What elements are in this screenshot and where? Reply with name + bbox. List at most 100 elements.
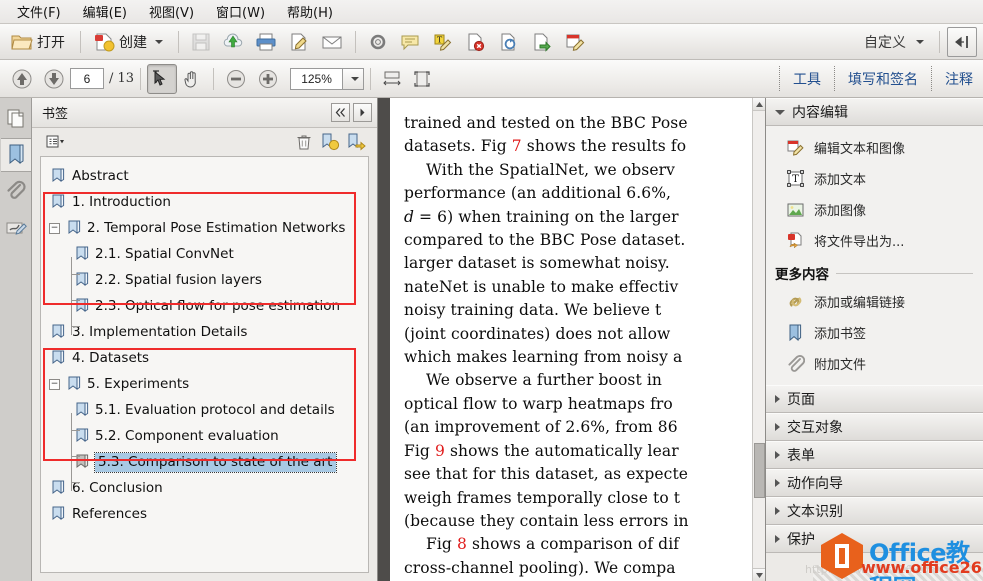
- tool-add-edit-link[interactable]: 添加或编辑链接: [766, 286, 983, 317]
- bookmark-item-component-evaluation[interactable]: 5.2. Component evaluation: [41, 423, 368, 449]
- bookmark-item-abstract[interactable]: Abstract: [41, 163, 368, 189]
- expand-sidebar-button[interactable]: [353, 103, 372, 122]
- customize-button[interactable]: 自定义: [856, 29, 932, 55]
- bookmark-item-optical-flow[interactable]: 2.3. Optical flow for pose estimation: [41, 293, 368, 319]
- section-header-interactive-objects[interactable]: 交互对象: [766, 413, 983, 441]
- tool-add-image[interactable]: 添加图像: [766, 194, 983, 225]
- chevron-right-icon: [360, 108, 365, 117]
- bookmark-item-spatial-convnet[interactable]: 2.1. Spatial ConvNet: [41, 241, 368, 267]
- bookmark-item-datasets[interactable]: 4. Datasets: [41, 345, 368, 371]
- upload-button[interactable]: [217, 27, 249, 57]
- bookmarks-tree[interactable]: Abstract 1. Introduction − 2. Temporal P…: [40, 156, 369, 573]
- tab-fill-sign[interactable]: 填写和签名: [835, 60, 931, 97]
- bookmark-item-evaluation-protocol[interactable]: 5.1. Evaluation protocol and details: [41, 397, 368, 423]
- tool-label: 编辑文本和图像: [814, 142, 906, 157]
- menu-help[interactable]: 帮助(H): [276, 0, 344, 23]
- menu-view[interactable]: 视图(V): [138, 0, 205, 23]
- fit-page-button[interactable]: [407, 64, 437, 94]
- menu-window[interactable]: 窗口(W): [205, 0, 276, 23]
- bookmark-item-implementation[interactable]: 3. Implementation Details: [41, 319, 368, 345]
- tool-add-bookmark[interactable]: 添加书签: [766, 317, 983, 348]
- hand-tool-button[interactable]: [177, 64, 207, 94]
- figure-reference[interactable]: 7: [512, 137, 522, 155]
- print-button[interactable]: [250, 27, 282, 57]
- new-bookmark-button[interactable]: [317, 130, 343, 154]
- section-header-action-wizard[interactable]: 动作向导: [766, 469, 983, 497]
- save-button[interactable]: [186, 27, 216, 57]
- goto-bookmark-icon: [348, 133, 366, 151]
- annotate-button[interactable]: [559, 27, 591, 57]
- bookmark-icon: [75, 402, 89, 418]
- delete-bookmark-button[interactable]: [291, 130, 317, 154]
- document-line: Fig 8 shows a comparison of dif: [426, 535, 680, 554]
- bookmark-item-spatial-fusion[interactable]: 2.2. Spatial fusion layers: [41, 267, 368, 293]
- scroll-down-button[interactable]: [753, 568, 765, 581]
- delete-page-button[interactable]: [460, 27, 492, 57]
- goto-bookmark-button[interactable]: [343, 130, 369, 154]
- section-header-forms[interactable]: 表单: [766, 441, 983, 469]
- bookmark-item-temporal-pose[interactable]: − 2. Temporal Pose Estimation Networks: [41, 215, 368, 241]
- section-header-text-recognition[interactable]: 文本识别: [766, 497, 983, 525]
- bookmarks-panel: 书签 Abstract 1. Introduction − 2. Tempora…: [32, 98, 378, 581]
- comment-button[interactable]: [394, 27, 426, 57]
- signatures-button[interactable]: [1, 210, 31, 244]
- rotate-page-button[interactable]: [493, 27, 525, 57]
- select-tool-icon: [153, 69, 166, 86]
- bookmark-label: 1. Introduction: [72, 194, 171, 210]
- section-title: 页面: [787, 392, 815, 408]
- zoom-dropdown-button[interactable]: [342, 67, 365, 90]
- select-tool-button[interactable]: [147, 63, 178, 94]
- collapse-panel-button[interactable]: [947, 26, 977, 57]
- bookmark-item-experiments[interactable]: − 5. Experiments: [41, 371, 368, 397]
- attachments-button[interactable]: [1, 174, 31, 208]
- collapse-sidebar-button[interactable]: [331, 103, 350, 122]
- tool-export-file[interactable]: 将文件导出为...: [766, 225, 983, 256]
- section-title: 交互对象: [787, 420, 843, 436]
- collapse-expander-icon[interactable]: −: [49, 378, 60, 390]
- menu-file[interactable]: 文件(F): [6, 0, 72, 23]
- tree-connector: [71, 413, 72, 491]
- page-thumbnails-button[interactable]: [1, 102, 31, 136]
- bookmark-item-conclusion[interactable]: 6. Conclusion: [41, 475, 368, 501]
- menu-edit[interactable]: 编辑(E): [72, 0, 138, 23]
- bookmark-options-button[interactable]: [41, 130, 75, 154]
- scroll-up-button[interactable]: [753, 98, 765, 111]
- tab-comment[interactable]: 注释: [932, 60, 977, 97]
- bookmark-item-references[interactable]: References: [41, 501, 368, 527]
- create-button[interactable]: 创建: [88, 27, 171, 57]
- zoom-in-button[interactable]: [252, 64, 284, 94]
- bookmark-icon: [51, 480, 65, 496]
- figure-reference[interactable]: 8: [457, 535, 467, 553]
- next-page-button[interactable]: [38, 64, 70, 94]
- email-button[interactable]: [316, 27, 348, 57]
- zoom-level-input[interactable]: 125%: [290, 67, 343, 90]
- text-edit-button[interactable]: T: [427, 27, 459, 57]
- section-header-protection[interactable]: 保护: [766, 525, 983, 553]
- document-scrollbar[interactable]: [752, 98, 765, 581]
- open-button[interactable]: 打开: [6, 27, 73, 57]
- edit-document-button[interactable]: [283, 27, 315, 57]
- export-page-button[interactable]: [526, 27, 558, 57]
- section-header-pages[interactable]: 页面: [766, 385, 983, 413]
- previous-page-button[interactable]: [6, 64, 38, 94]
- tool-edit-text-image[interactable]: 编辑文本和图像: [766, 132, 983, 163]
- tab-tools[interactable]: 工具: [780, 60, 834, 97]
- bookmark-item-comparison-state-of-art[interactable]: 5.3. Comparison to state of the art: [41, 449, 368, 475]
- document-line: see that for this dataset, as expecte: [404, 465, 689, 484]
- figure-reference[interactable]: 9: [435, 442, 445, 460]
- bookmarks-button[interactable]: [0, 138, 31, 172]
- section-header-content-edit[interactable]: 内容编辑: [766, 98, 983, 126]
- bookmark-item-introduction[interactable]: 1. Introduction: [41, 189, 368, 215]
- settings-button[interactable]: [363, 27, 393, 57]
- zoom-out-button[interactable]: [220, 64, 252, 94]
- tree-connector: [71, 300, 80, 301]
- tool-add-text[interactable]: T 添加文本: [766, 163, 983, 194]
- nav-divider: [370, 67, 372, 90]
- tool-attach-file[interactable]: 附加文件: [766, 348, 983, 379]
- document-view[interactable]: trained and tested on the BBC Pose datas…: [390, 98, 765, 581]
- collapse-expander-icon[interactable]: −: [49, 222, 60, 234]
- page-number-input[interactable]: 6: [70, 68, 104, 89]
- panel-splitter[interactable]: [378, 98, 390, 581]
- fit-width-button[interactable]: [377, 64, 407, 94]
- scrollbar-thumb[interactable]: [754, 443, 765, 498]
